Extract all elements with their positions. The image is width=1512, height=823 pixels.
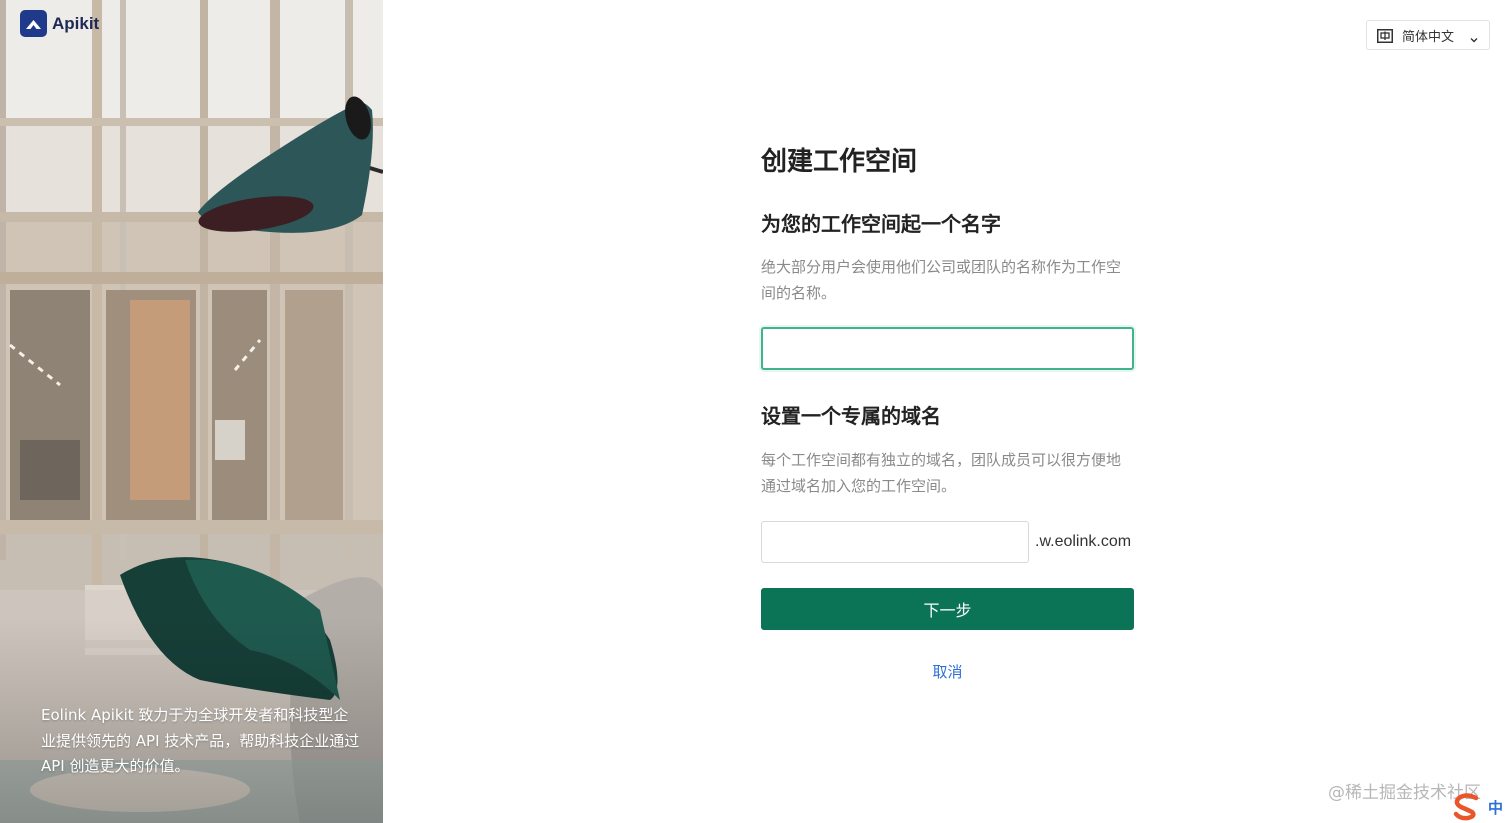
create-workspace-page: Apikit Eolink Apikit 致力于为全球开发者和科技型企业提供领先… bbox=[0, 0, 1512, 823]
domain-title: 设置一个专属的域名 bbox=[761, 404, 941, 428]
domain-input[interactable] bbox=[761, 521, 1029, 563]
domain-row: .w.eolink.com bbox=[761, 521, 1134, 563]
ime-mode-label: 中 bbox=[1488, 798, 1504, 817]
next-step-button[interactable]: 下一步 bbox=[761, 588, 1134, 630]
brand-tagline: Eolink Apikit 致力于为全球开发者和科技型企业提供领先的 API 技… bbox=[41, 706, 360, 775]
domain-suffix: .w.eolink.com bbox=[1035, 533, 1132, 550]
brand-name: Apikit bbox=[52, 13, 100, 33]
sogou-ime-icon bbox=[1452, 792, 1484, 822]
translate-icon bbox=[1377, 28, 1393, 43]
brand[interactable]: Apikit bbox=[20, 10, 99, 37]
workspace-name-input[interactable] bbox=[761, 327, 1134, 370]
page-title: 创建工作空间 bbox=[761, 147, 918, 177]
workspace-name-title: 为您的工作空间起一个名字 bbox=[761, 212, 1001, 236]
language-label: 简体中文 bbox=[1402, 29, 1455, 45]
workspace-name-description: 绝大部分用户会使用他们公司或团队的名称作为工作空间的名称。 bbox=[761, 258, 1122, 302]
create-workspace-form: 创建工作空间 为您的工作空间起一个名字 绝大部分用户会使用他们公司或团队的名称作… bbox=[761, 140, 1134, 682]
hero-photo-panel: Apikit Eolink Apikit 致力于为全球开发者和科技型企业提供领先… bbox=[0, 0, 383, 823]
language-select[interactable]: 简体中文 bbox=[1366, 20, 1490, 50]
office-photo bbox=[0, 0, 383, 823]
apikit-logo-icon bbox=[20, 10, 47, 37]
domain-description: 每个工作空间都有独立的域名，团队成员可以很方便地通过域名加入您的工作空间。 bbox=[761, 451, 1122, 495]
ime-indicator[interactable]: 中 bbox=[1452, 792, 1503, 822]
chevron-down-icon bbox=[1469, 30, 1479, 43]
cancel-link[interactable]: 取消 bbox=[761, 661, 1134, 682]
